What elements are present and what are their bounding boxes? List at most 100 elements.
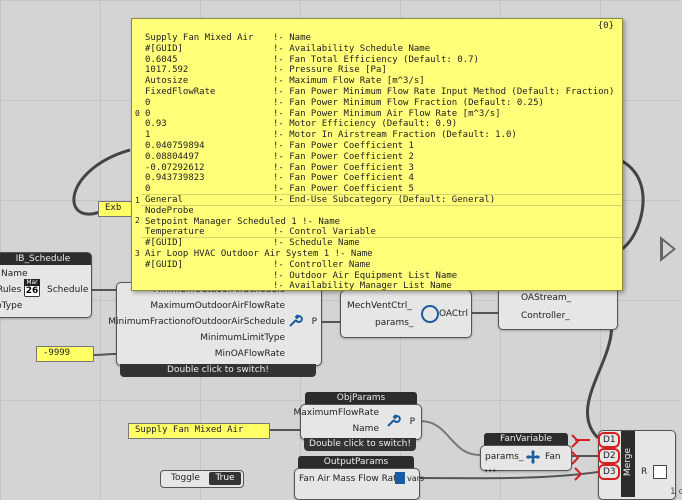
tooltip-row-description: !- Fan Power Coefficient 1: [273, 141, 414, 151]
annotation-d1-circle: [598, 432, 620, 448]
tooltip-branch-3: 3: [135, 249, 140, 258]
tooltip-branch-0: 0: [135, 109, 140, 118]
oa-params-footer[interactable]: Double click to switch!: [120, 364, 316, 377]
tooltip-row-description: !- Availability Manager List Name: [273, 281, 452, 292]
tooltip-row-value: NodeProbe: [145, 205, 194, 216]
tooltip-row-description: !- Fan Power Coefficient 4: [273, 173, 414, 184]
objparams-component[interactable]: MaximumFlowRate Name P: [293, 404, 422, 440]
tooltip-separator-2: [141, 205, 622, 206]
fan-name-panel[interactable]: Supply Fan Mixed Air: [128, 423, 270, 439]
tooltip-separator-1: [141, 194, 622, 195]
fan-blade-icon: [525, 449, 541, 465]
tooltip-row-value: 1: [145, 130, 151, 141]
tooltip-row-description: !- Motor In Airstream Fraction (Default:…: [273, 130, 517, 141]
schedule-output[interactable]: Schedule: [47, 285, 88, 295]
oa-input-min-limit-type[interactable]: MinimumLimitType: [200, 333, 285, 343]
objparams-wrench-icon: [385, 413, 401, 429]
tooltip-row-description: !- Outdoor Air Equipment List Name: [273, 270, 458, 281]
exb-panel-text: Exb: [105, 203, 122, 213]
toggle-label: Toggle: [171, 473, 200, 483]
tooltip-row-value: 0: [145, 97, 151, 108]
tooltip-row-description: !- Controller Name: [273, 259, 371, 270]
annotation-d3-circle: [598, 464, 620, 480]
tooltip-row-value: 0.040759894: [145, 141, 205, 151]
toggle-value: True: [215, 473, 235, 483]
list-icon: [395, 472, 405, 484]
tooltip-row-value: #[GUID]: [145, 259, 183, 270]
value-panel-9999[interactable]: -9999: [36, 346, 94, 362]
tooltip-row-value: #[GUID]: [145, 43, 183, 54]
schedule-input-rules[interactable]: Rules: [0, 285, 21, 295]
outputparams-component[interactable]: Fan Air Mass Flow Rate vars: [294, 468, 424, 500]
schedule-title: IB_Schedule: [0, 253, 91, 265]
tooltip-row-value: -0.07292612: [145, 162, 205, 173]
grasshopper-canvas[interactable]: Exb IB_Schedule Name Rules pType Mar 26 …: [0, 0, 682, 500]
fanvariable-output[interactable]: Fan: [545, 452, 561, 462]
tooltip-row-description: !- Fan Power Minimum Flow Rate Input Met…: [273, 87, 615, 97]
merge-title-strip: Merge: [621, 431, 635, 497]
fanvariable-input-params[interactable]: params_: [485, 452, 523, 462]
tooltip-row-description: !- Name: [273, 33, 311, 43]
tooltip-row-description: !- Fan Power Minimum Flow Fraction (Defa…: [273, 97, 544, 108]
tooltip-row-value: Air Loop HVAC Outdoor Air System 1 !- Na…: [145, 249, 373, 259]
tooltip-row-value: 0.08804497: [145, 151, 200, 162]
tooltip-row-description: !- Motor Efficiency (Default: 0.9): [273, 119, 458, 130]
oactrl-output[interactable]: OACtrl: [439, 309, 468, 319]
outputparams-input[interactable]: Fan Air Mass Flow Rate: [299, 474, 402, 484]
output-preview-tooltip: {0} Supply Fan Mixed Air !- Name #[GUID] !-…: [131, 18, 623, 291]
merge-title: Merge: [623, 447, 633, 477]
wrench-icon: [287, 313, 303, 329]
tooltip-row-description: !- Fan Power Minimum Air Flow Rate [m^3/…: [273, 108, 501, 119]
tooltip-row-value: 0.93: [145, 119, 167, 130]
oa-controller-component[interactable]: MechVentCtrl_ params_ OACtrl: [340, 290, 472, 338]
objparams-output[interactable]: P: [410, 417, 415, 427]
tooltip-row-description: !- Schedule Name: [273, 238, 360, 249]
canvas-nav-arrow-inner: [663, 241, 673, 257]
oasys-input-stream[interactable]: OAStream_: [521, 293, 571, 303]
boolean-toggle[interactable]: Toggle True: [160, 470, 244, 488]
value-panel-9999-text: -9999: [43, 348, 71, 358]
oasys-input-controller[interactable]: Controller_: [521, 311, 570, 321]
calendar-icon: Mar 26: [24, 279, 40, 297]
fan-name-panel-text: Supply Fan Mixed Air: [135, 425, 244, 435]
schedule-input-name[interactable]: Name: [1, 269, 28, 279]
oactrl-input-params[interactable]: params_: [375, 318, 413, 328]
objparams-input-name[interactable]: Name: [352, 424, 379, 434]
tooltip-row-value: Autosize: [145, 76, 189, 87]
schedule-component[interactable]: IB_Schedule Name Rules pType Mar 26 Sche…: [0, 252, 92, 318]
oa-params-component[interactable]: MinimumOutdoorAirSchedule MaximumOutdoor…: [108, 282, 322, 366]
tooltip-branch-2: 2: [135, 216, 140, 225]
tooltip-row-value: Supply Fan Mixed Air: [145, 33, 254, 43]
schedule-input-ptype[interactable]: pType: [0, 301, 22, 311]
outputparams-output[interactable]: vars: [407, 474, 424, 483]
merge-download-icon: [653, 465, 667, 479]
tooltip-row-value: 0.6045: [145, 54, 178, 65]
oa-input-max-oa-flow[interactable]: MaximumOutdoorAirFlowRate: [150, 301, 285, 311]
tooltip-row-description: !- Pressure Rise [Pa]: [273, 65, 387, 76]
oa-system-component[interactable]: OAStream_ Controller_: [498, 286, 618, 330]
tooltip-row-value: #[GUID]: [145, 238, 183, 249]
oa-output[interactable]: P: [312, 317, 317, 327]
outputparams-title: OutputParams: [298, 456, 414, 468]
oactrl-input-mechvent[interactable]: MechVentCtrl_: [347, 301, 412, 311]
oa-input-min-oa-flow-rate[interactable]: MinOAFlowRate: [215, 349, 285, 359]
calendar-day: 26: [25, 286, 39, 296]
tooltip-separator-3: [141, 237, 622, 238]
annotation-d2-circle: [598, 448, 620, 464]
tooltip-row-description: !- Maximum Flow Rate [m^3/s]: [273, 76, 425, 87]
tooltip-row-description: !- Fan Power Coefficient 3: [273, 162, 414, 173]
fanvariable-title: FanVariable: [484, 433, 568, 445]
tooltip-row-description: !- Fan Total Efficiency (Default: 0.7): [273, 54, 479, 65]
objparams-input-max-flow[interactable]: MaximumFlowRate: [293, 408, 379, 418]
toggle-value-box[interactable]: True: [209, 472, 241, 485]
objparams-footer[interactable]: Double click to switch!: [304, 438, 416, 451]
corner-text: 1 c: [670, 487, 682, 497]
merge-output[interactable]: R: [641, 467, 647, 477]
fanvariable-dots[interactable]: •••: [484, 467, 496, 475]
oa-input-min-fraction-schedule[interactable]: MinimumFractionofOutdoorAirSchedule: [108, 317, 285, 327]
tooltip-row-description: !- Availability Schedule Name: [273, 43, 431, 54]
tooltip-row-description: !- Fan Power Coefficient 2: [273, 151, 414, 162]
tooltip-row-value: FixedFlowRate: [145, 87, 216, 97]
tooltip-index-label: {0}: [597, 21, 614, 31]
tooltip-row-value: 1017.592: [145, 65, 189, 76]
